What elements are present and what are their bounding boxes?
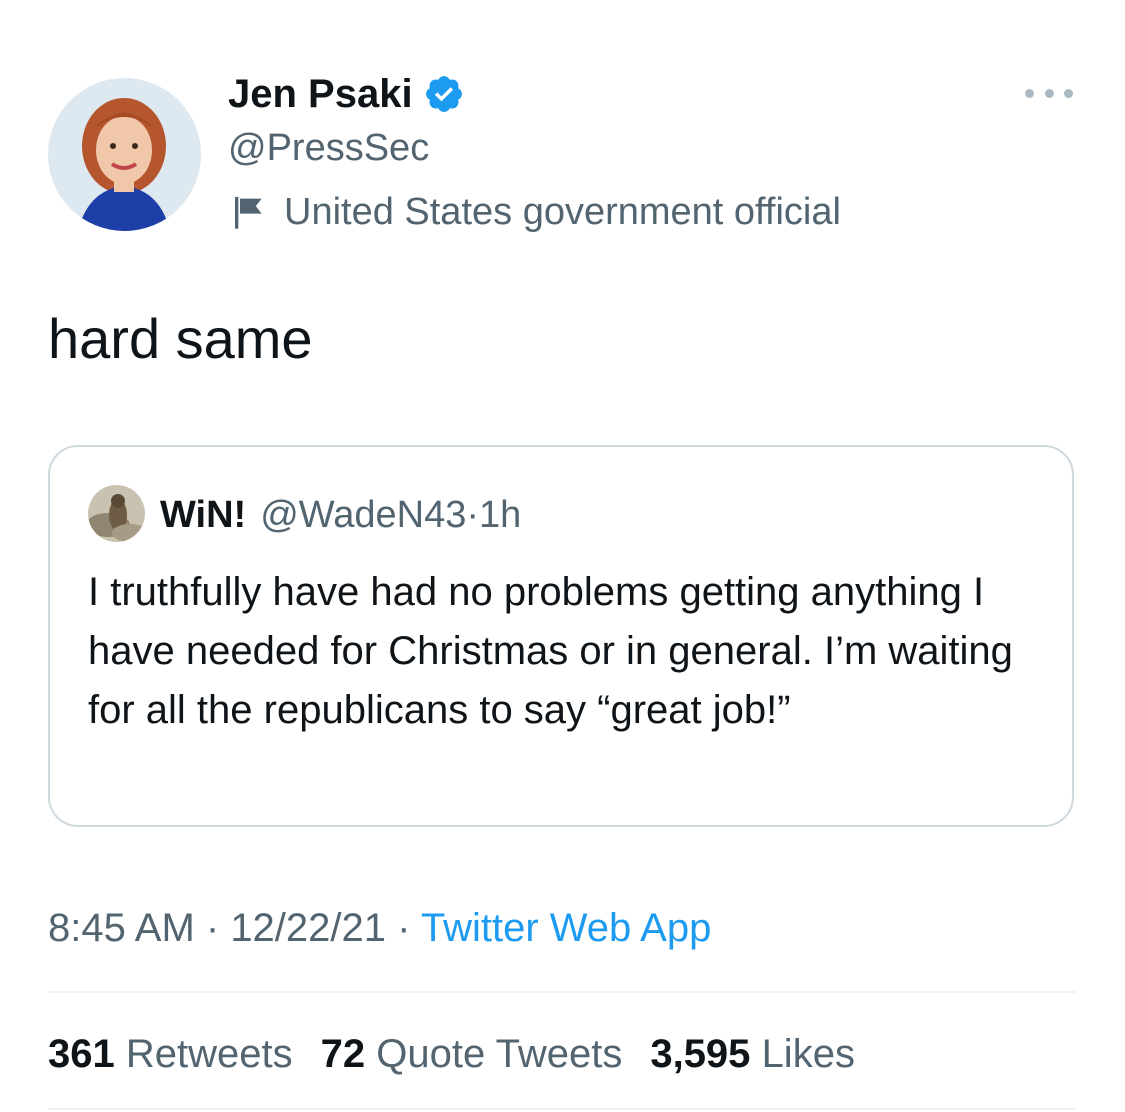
quoted-author-name[interactable]: WiN!	[160, 491, 246, 539]
engagement-stats: 361 Retweets 72 Quote Tweets 3,595 Likes	[48, 1028, 855, 1080]
retweets-label: Retweets	[125, 1032, 293, 1076]
tweet-date[interactable]: 12/22/21	[230, 906, 386, 950]
author-display-name[interactable]: Jen Psaki	[228, 68, 413, 120]
likes-count: 3,595	[650, 1032, 751, 1076]
author-avatar[interactable]	[48, 78, 201, 231]
quote-tweets-stat[interactable]: 72 Quote Tweets	[321, 1028, 623, 1080]
retweets-count: 361	[48, 1032, 115, 1076]
quoted-author-avatar[interactable]	[88, 485, 145, 542]
flag-icon	[230, 192, 270, 232]
account-label[interactable]: United States government official	[230, 188, 841, 236]
timestamp-separator: ·	[194, 906, 231, 950]
quoted-tweet-age[interactable]: 1h	[479, 491, 521, 539]
verified-badge-icon	[423, 73, 465, 115]
source-separator: ·	[386, 906, 421, 950]
likes-label: Likes	[761, 1032, 855, 1076]
quoted-tweet-card[interactable]: WiN! @WadeN43 · 1h I truthfully have had…	[48, 445, 1074, 827]
author-name-row: Jen Psaki	[228, 68, 465, 120]
account-label-text: United States government official	[284, 191, 841, 233]
tweet-text: hard same	[48, 307, 313, 370]
quoted-tweet-header: WiN! @WadeN43 · 1h	[160, 491, 521, 539]
likes-stat[interactable]: 3,595 Likes	[650, 1028, 855, 1080]
divider	[48, 991, 1076, 993]
tweet-time[interactable]: 8:45 AM	[48, 906, 195, 950]
author-handle[interactable]: @PressSec	[228, 124, 429, 172]
quoted-tweet-text: I truthfully have had no problems gettin…	[88, 570, 1013, 732]
divider	[48, 1108, 1076, 1110]
quoted-author-handle[interactable]: @WadeN43	[260, 491, 466, 539]
quote-tweets-count: 72	[320, 1032, 366, 1076]
tweet-source-link[interactable]: Twitter Web App	[421, 906, 712, 950]
tweet-timestamp-row: 8:45 AM · 12/22/21 · Twitter Web App	[48, 902, 711, 954]
more-options-icon[interactable]	[1025, 78, 1073, 108]
quote-tweets-label: Quote Tweets	[376, 1032, 623, 1076]
quoted-separator: ·	[466, 494, 479, 536]
retweets-stat[interactable]: 361 Retweets	[48, 1028, 293, 1080]
